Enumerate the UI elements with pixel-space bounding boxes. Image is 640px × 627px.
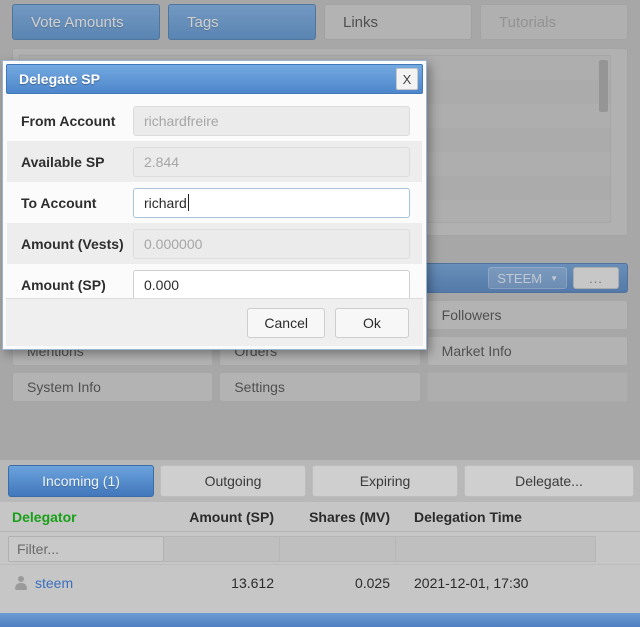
cell-amount-sp: 13.612	[231, 574, 274, 591]
grid-button-label: Market Info	[441, 343, 512, 359]
dialog-title: Delegate SP	[19, 71, 100, 87]
subtab-label: Delegate...	[515, 473, 583, 489]
dialog-title-bar: Delegate SP X	[6, 64, 423, 94]
input-amount-sp[interactable]: 0.000	[133, 269, 410, 300]
tab-label: Vote Amounts	[31, 13, 124, 31]
dialog-footer: Cancel Ok	[6, 298, 423, 346]
status-bar	[0, 613, 640, 627]
grid-button-label: System Info	[27, 379, 101, 395]
delegation-tab-bar: Incoming (1) Outgoing Expiring Delegate.…	[8, 465, 640, 499]
grid-button-label: Settings	[234, 379, 285, 395]
label-to-account: To Account	[21, 194, 97, 211]
delegations-table: Delegator Amount (SP) Shares (MV) Delega…	[0, 502, 640, 614]
tab-label: Tags	[187, 13, 219, 31]
close-icon[interactable]: X	[396, 68, 418, 90]
person-icon	[14, 575, 27, 590]
grid-button-followers[interactable]: Followers	[426, 300, 628, 330]
input-from-account: richardfreire	[133, 105, 410, 136]
form-row-to-account: To Account richard	[7, 182, 422, 223]
subtab-label: Incoming (1)	[42, 473, 120, 489]
column-header-delegator[interactable]: Delegator	[0, 509, 170, 525]
filter-input-delegator[interactable]: Filter...	[8, 536, 164, 562]
tab-label: Links	[343, 13, 379, 31]
chevron-down-icon: ▼	[550, 273, 558, 283]
label-amount-vests: Amount (Vests)	[21, 235, 124, 252]
grid-button-market-info[interactable]: Market Info	[426, 336, 628, 366]
cell-delegator: steem	[0, 575, 170, 591]
delegate-sp-dialog: Delegate SP X From Account richardfreire…	[2, 60, 427, 350]
tab-tags[interactable]: Tags	[168, 4, 316, 40]
subtab-expiring[interactable]: Expiring	[312, 465, 458, 497]
form-row-from-account: From Account richardfreire	[7, 100, 422, 141]
filter-cell-delegation-time[interactable]	[396, 536, 596, 562]
cell-delegation-time: 2021-12-01, 17:30	[414, 574, 529, 591]
subtab-incoming[interactable]: Incoming (1)	[8, 465, 154, 497]
subtab-outgoing[interactable]: Outgoing	[160, 465, 306, 497]
grid-button-label: Followers	[441, 307, 502, 323]
grid-button-system-info[interactable]: System Info	[12, 372, 214, 402]
label-from-account: From Account	[21, 112, 116, 129]
top-tab-bar: Vote Amounts Tags Links Tutorials	[0, 4, 640, 44]
label-available-sp: Available SP	[21, 153, 105, 170]
column-header-delegation-time[interactable]: Delegation Time	[402, 509, 602, 525]
subtab-label: Expiring	[359, 473, 411, 489]
cell-shares-mv: 0.025	[354, 574, 390, 591]
input-to-account-value: richard	[144, 194, 187, 211]
input-to-account[interactable]: richard	[133, 187, 410, 218]
grid-button-settings[interactable]: Settings	[219, 372, 421, 402]
cancel-button[interactable]: Cancel	[247, 307, 325, 338]
tab-vote-amounts[interactable]: Vote Amounts	[12, 4, 160, 40]
subtab-delegate[interactable]: Delegate...	[464, 465, 634, 497]
currency-dropdown[interactable]: STEEM ▼	[488, 267, 567, 289]
delegator-link[interactable]: steem	[35, 575, 73, 591]
app-root: Vote Amounts Tags Links Tutorials STEEM …	[0, 0, 640, 627]
tab-label: Tutorials	[499, 13, 556, 31]
dialog-form: From Account richardfreire Available SP …	[3, 94, 426, 305]
table-row[interactable]: steem 13.612 0.025 2021-12-01, 17:30	[0, 564, 640, 600]
currency-dropdown-label: STEEM	[497, 270, 543, 286]
label-amount-sp: Amount (SP)	[21, 276, 106, 293]
input-available-sp: 2.844	[133, 146, 410, 177]
filter-cell-shares-mv[interactable]	[280, 536, 396, 562]
input-amount-vests: 0.000000	[133, 228, 410, 259]
tab-tutorials[interactable]: Tutorials	[480, 4, 628, 40]
ok-button[interactable]: Ok	[335, 307, 409, 338]
more-options-label: ...	[589, 270, 603, 286]
form-row-amount-vests: Amount (Vests) 0.000000	[7, 223, 422, 264]
table-filter-row: Filter...	[0, 532, 640, 564]
table-header-row: Delegator Amount (SP) Shares (MV) Delega…	[0, 502, 640, 532]
text-cursor	[187, 194, 189, 211]
subtab-label: Outgoing	[204, 473, 262, 489]
column-header-amount-sp[interactable]: Amount (SP)	[170, 509, 286, 525]
grid-button-empty	[426, 372, 628, 402]
column-header-shares-mv[interactable]: Shares (MV)	[286, 509, 402, 525]
more-options-button[interactable]: ...	[573, 267, 619, 289]
tab-links[interactable]: Links	[324, 4, 472, 40]
form-row-available-sp: Available SP 2.844	[7, 141, 422, 182]
vertical-scrollbar[interactable]	[599, 60, 608, 112]
filter-cell-amount-sp[interactable]	[164, 536, 280, 562]
